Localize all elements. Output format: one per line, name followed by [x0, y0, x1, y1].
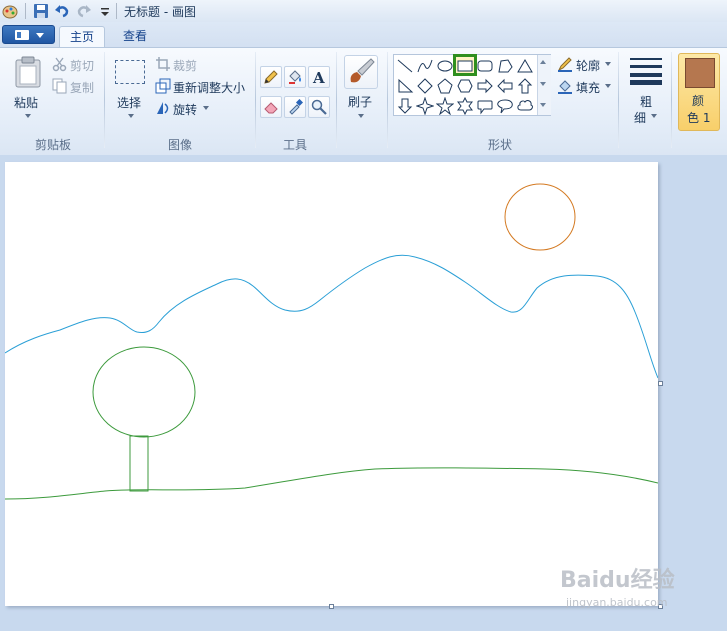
mountain-line	[5, 254, 658, 379]
paste-button[interactable]: 粘贴	[14, 94, 38, 111]
size-label-thick[interactable]: 粗	[640, 93, 652, 110]
resize-handle-right[interactable]	[658, 381, 663, 386]
paste-icon[interactable]	[14, 56, 42, 88]
window-title: 无标题 - 画图	[124, 5, 196, 19]
size-label-thin[interactable]: 细	[634, 109, 646, 126]
shape-line-icon[interactable]	[396, 57, 414, 75]
undo-icon[interactable]	[54, 3, 70, 19]
paint-bucket-icon	[289, 70, 301, 84]
magnifier-icon	[311, 99, 327, 115]
shape-pentagon-icon[interactable]	[436, 77, 454, 95]
scroll-down-icon[interactable]	[540, 82, 546, 86]
shape-up-arrow-icon[interactable]	[516, 77, 534, 95]
drawing-canvas[interactable]	[5, 162, 658, 606]
watermark-url: jingyan.baidu.com	[566, 596, 668, 609]
shape-down-arrow-icon[interactable]	[396, 97, 414, 115]
paint-app-icon[interactable]	[2, 3, 18, 19]
shape-cloud-callout-icon[interactable]	[516, 97, 534, 115]
save-icon[interactable]	[33, 3, 49, 19]
shape-four-point-star-icon[interactable]	[416, 97, 434, 115]
chevron-down-icon	[605, 62, 611, 66]
text-tool[interactable]: A	[308, 66, 330, 88]
chevron-down-icon	[203, 106, 209, 110]
select-button[interactable]: 选择	[117, 94, 141, 111]
shape-rectangle-icon[interactable]	[456, 57, 474, 75]
tab-view[interactable]: 查看	[114, 26, 156, 48]
chevron-down-icon	[605, 84, 611, 88]
chevron-down-icon	[128, 114, 134, 118]
tab-strip	[0, 22, 727, 48]
tools-group-label: 工具	[282, 138, 307, 152]
brushes-icon[interactable]	[344, 55, 378, 89]
copy-button[interactable]: 复制	[70, 79, 94, 96]
select-icon[interactable]	[115, 60, 145, 84]
shape-oval-icon[interactable]	[436, 57, 454, 75]
gallery-expand-icon[interactable]	[540, 103, 546, 107]
resize-handle-bottom[interactable]	[329, 604, 334, 609]
brushes-button[interactable]: 刷子	[348, 93, 372, 110]
scissors-icon	[52, 56, 68, 72]
tree-trunk	[129, 435, 149, 492]
shape-triangle-icon[interactable]	[516, 57, 534, 75]
fill-icon	[557, 78, 573, 94]
scroll-up-icon[interactable]	[540, 60, 546, 64]
rotate-icon	[155, 100, 171, 116]
image-group-label: 图像	[167, 138, 192, 152]
shape-five-point-star-icon[interactable]	[436, 97, 454, 115]
app-menu-button[interactable]	[2, 25, 55, 44]
copy-icon	[52, 78, 68, 94]
resize-button[interactable]: 重新调整大小	[173, 79, 245, 96]
color1-button[interactable]: 颜 色 1	[678, 53, 720, 131]
eraser-tool[interactable]	[260, 96, 282, 118]
shape-rounded-rectangle-icon[interactable]	[476, 57, 494, 75]
shape-oval-callout-icon[interactable]	[496, 97, 514, 115]
shape-right-arrow-icon[interactable]	[476, 77, 494, 95]
watermark-brand: Baidu经验	[560, 568, 675, 593]
color1-label-2: 色 1	[687, 111, 711, 125]
tree-crown	[92, 346, 196, 438]
shape-six-point-star-icon[interactable]	[456, 97, 474, 115]
menu-icon	[15, 30, 29, 40]
shape-right-triangle-icon[interactable]	[396, 77, 414, 95]
chevron-down-icon	[36, 33, 44, 38]
redo-icon[interactable]	[76, 3, 92, 19]
shapes-group-label: 形状	[487, 138, 512, 152]
chevron-down-icon	[651, 114, 657, 118]
shape-rounded-callout-icon[interactable]	[476, 97, 494, 115]
magnifier-tool[interactable]	[308, 96, 330, 118]
drawing-svg	[5, 183, 658, 500]
size-lines-icon[interactable]	[630, 58, 662, 85]
crop-button[interactable]: 裁剪	[173, 57, 197, 74]
shape-hexagon-icon[interactable]	[456, 77, 474, 95]
eraser-icon	[264, 102, 278, 114]
chevron-down-icon	[25, 114, 31, 118]
shape-left-arrow-icon[interactable]	[496, 77, 514, 95]
color1-swatch	[685, 58, 715, 88]
cut-button[interactable]: 剪切	[70, 57, 94, 74]
fill-button[interactable]: 填充	[576, 79, 600, 96]
rotate-button[interactable]: 旋转	[173, 101, 197, 118]
shape-diamond-icon[interactable]	[416, 77, 434, 95]
outline-button[interactable]: 轮廓	[576, 57, 600, 74]
color-picker-tool[interactable]	[284, 96, 306, 118]
fill-tool[interactable]	[284, 66, 306, 88]
shape-curve-icon[interactable]	[416, 57, 434, 75]
shape-polygon-icon[interactable]	[496, 57, 514, 75]
tab-home[interactable]: 主页	[59, 26, 105, 48]
resize-icon	[155, 78, 171, 94]
pencil-icon	[264, 70, 278, 84]
outline-icon	[557, 56, 573, 72]
pencil-tool[interactable]	[260, 66, 282, 88]
ground-line	[5, 467, 658, 500]
svg-text:A: A	[312, 69, 325, 85]
clipboard-group-label: 剪贴板	[34, 138, 71, 152]
chevron-down-icon	[358, 114, 364, 118]
customize-toolbar-icon[interactable]	[97, 3, 113, 19]
crop-icon	[155, 56, 171, 72]
text-icon: A	[312, 69, 325, 85]
sun-circle	[504, 183, 576, 251]
eyedropper-icon	[289, 99, 303, 115]
title-bar: 无标题 - 画图	[0, 0, 727, 23]
color1-label-1: 颜	[692, 94, 705, 108]
